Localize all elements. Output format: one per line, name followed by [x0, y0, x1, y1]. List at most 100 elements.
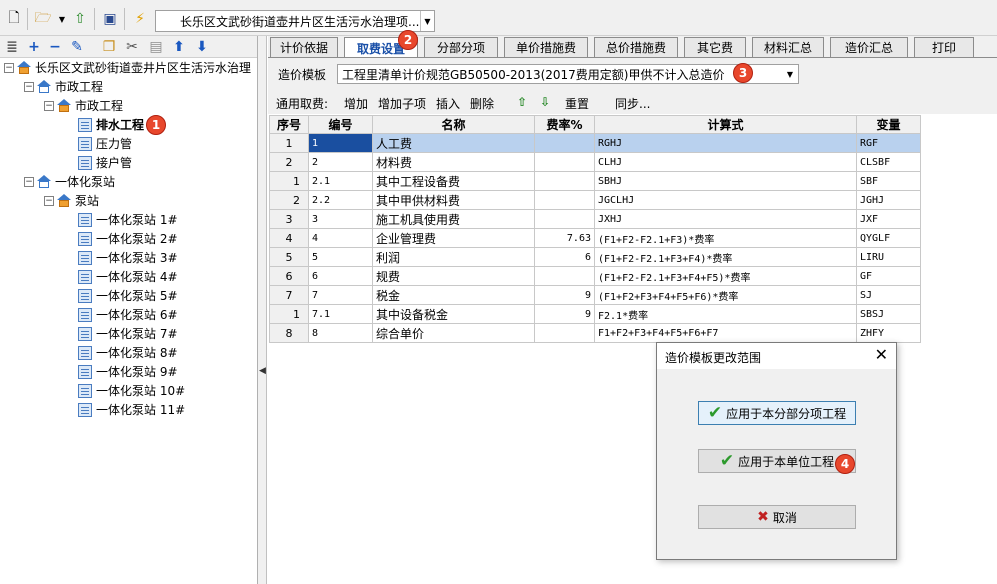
rate-cell[interactable]: [534, 266, 595, 286]
collapse-toggle-icon[interactable]: −: [24, 176, 34, 187]
rate-cell[interactable]: [534, 152, 595, 172]
row-number[interactable]: 4: [269, 228, 309, 248]
tree-node-station[interactable]: 一体化泵站 10#: [78, 381, 185, 400]
row-number[interactable]: 6: [269, 266, 309, 286]
apply-to-section-button[interactable]: ✔ 应用于本分部分项工程: [698, 401, 856, 425]
tab-other-fees[interactable]: 其它费: [684, 37, 746, 57]
tree-node-station[interactable]: 一体化泵站 2#: [78, 229, 178, 248]
move-down-icon[interactable]: ⇩: [540, 95, 550, 109]
tree-node-drainage[interactable]: 排水工程 1: [78, 114, 167, 135]
name-cell[interactable]: 材料费: [372, 152, 535, 172]
rate-cell[interactable]: [534, 190, 595, 210]
code-cell[interactable]: 8: [308, 323, 373, 343]
name-cell[interactable]: 其中设备税金: [372, 304, 535, 324]
column-header[interactable]: 费率%: [534, 115, 595, 134]
tab-material-summary[interactable]: 材料汇总: [752, 37, 824, 57]
row-number[interactable]: 2: [269, 152, 309, 172]
rate-cell[interactable]: [534, 133, 595, 153]
chevron-down-icon[interactable]: ▼: [782, 70, 798, 79]
formula-cell[interactable]: F1+F2+F3+F4+F5+F6+F7: [594, 323, 857, 343]
project-select[interactable]: 长乐区文武砂街道壶井片区生活污水治理项... ▼: [155, 10, 435, 32]
tree-node-station[interactable]: 一体化泵站 4#: [78, 267, 178, 286]
formula-cell[interactable]: (F1+F2-F2.1+F3)*费率: [594, 228, 857, 248]
add-icon[interactable]: +: [25, 38, 43, 56]
table-row[interactable]: 1 7.1 其中设备税金 9 F2.1*费率 SBSJ: [269, 304, 921, 324]
name-cell[interactable]: 其中甲供材料费: [372, 190, 535, 210]
column-header[interactable]: 计算式: [594, 115, 857, 134]
tab-total-measures[interactable]: 总价措施费: [594, 37, 678, 57]
add-button[interactable]: 增加: [344, 95, 368, 112]
template-select[interactable]: 工程里清单计价规范GB50500-2013(2017费用定额)甲供不计入总造价 …: [337, 64, 799, 84]
upload-icon[interactable]: ⇧: [70, 9, 90, 29]
tree-node-station[interactable]: 一体化泵站 7#: [78, 324, 178, 343]
name-cell[interactable]: 利润: [372, 247, 535, 267]
name-cell[interactable]: 税金: [372, 285, 535, 305]
table-row[interactable]: 2 2.2 其中甲供材料费 JGCLHJ JGHJ: [269, 190, 921, 210]
column-header[interactable]: 名称: [372, 115, 535, 134]
move-up-icon[interactable]: ⬆: [170, 38, 188, 56]
table-row[interactable]: 1 2.1 其中工程设备费 SBHJ SBF: [269, 171, 921, 191]
paste-icon[interactable]: ▤: [147, 38, 165, 56]
add-child-button[interactable]: 增加子项: [378, 95, 426, 112]
code-cell[interactable]: 6: [308, 266, 373, 286]
variable-cell[interactable]: GF: [856, 266, 921, 286]
open-folder-icon[interactable]: 🗁: [33, 9, 53, 29]
variable-cell[interactable]: SJ: [856, 285, 921, 305]
tree-node-station[interactable]: 一体化泵站 3#: [78, 248, 178, 267]
tree-node-root[interactable]: − 长乐区文武砂街道壶井片区生活污水治理: [4, 58, 251, 77]
name-cell[interactable]: 规费: [372, 266, 535, 286]
tab-print[interactable]: 打印: [914, 37, 974, 57]
tree-node-station-unit[interactable]: − 泵站: [44, 191, 99, 210]
row-number[interactable]: 8: [269, 323, 309, 343]
cancel-button[interactable]: ✖ 取消: [698, 505, 856, 529]
tree-node-station[interactable]: 一体化泵站 1#: [78, 210, 178, 229]
list-icon[interactable]: ≣: [3, 38, 21, 56]
code-cell[interactable]: 2.1: [308, 171, 373, 191]
tab-cost-summary[interactable]: 造价汇总: [830, 37, 908, 57]
tab-sub-items[interactable]: 分部分项: [424, 37, 498, 57]
formula-cell[interactable]: (F1+F2+F3+F4+F5+F6)*费率: [594, 285, 857, 305]
tree-node-station[interactable]: 一体化泵站 9#: [78, 362, 178, 381]
row-number[interactable]: 3: [269, 209, 309, 229]
code-cell[interactable]: 2.2: [308, 190, 373, 210]
variable-cell[interactable]: JXF: [856, 209, 921, 229]
tree-node-station[interactable]: 一体化泵站 5#: [78, 286, 178, 305]
code-cell[interactable]: 1: [308, 133, 373, 153]
variable-cell[interactable]: CLSBF: [856, 152, 921, 172]
formula-cell[interactable]: JGCLHJ: [594, 190, 857, 210]
save-icon[interactable]: ▣: [100, 9, 120, 29]
rate-cell[interactable]: 9: [534, 304, 595, 324]
variable-cell[interactable]: JGHJ: [856, 190, 921, 210]
row-number[interactable]: 2: [269, 190, 309, 210]
table-row[interactable]: 5 5 利润 6 (F1+F2-F2.1+F3+F4)*费率 LIRU: [269, 247, 921, 267]
rate-cell[interactable]: 6: [534, 247, 595, 267]
tree-node-station[interactable]: 一体化泵站 6#: [78, 305, 178, 324]
copy-icon[interactable]: ❐: [100, 38, 118, 56]
variable-cell[interactable]: SBF: [856, 171, 921, 191]
table-row[interactable]: 1 1 人工费 RGHJ RGF: [269, 133, 921, 153]
rate-cell[interactable]: 9: [534, 285, 595, 305]
sync-button[interactable]: 同步...: [615, 95, 650, 112]
code-cell[interactable]: 3: [308, 209, 373, 229]
row-number[interactable]: 1: [269, 133, 309, 153]
code-cell[interactable]: 7.1: [308, 304, 373, 324]
row-number[interactable]: 1: [269, 171, 309, 191]
move-up-icon[interactable]: ⇧: [517, 95, 527, 109]
row-number[interactable]: 7: [269, 285, 309, 305]
rate-cell[interactable]: 7.63: [534, 228, 595, 248]
formula-cell[interactable]: SBHJ: [594, 171, 857, 191]
row-number[interactable]: 1: [269, 304, 309, 324]
open-dropdown-icon[interactable]: ▼: [52, 9, 72, 29]
code-cell[interactable]: 5: [308, 247, 373, 267]
name-cell[interactable]: 其中工程设备费: [372, 171, 535, 191]
collapse-toggle-icon[interactable]: −: [24, 81, 34, 92]
formula-cell[interactable]: (F1+F2-F2.1+F3+F4)*费率: [594, 247, 857, 267]
rate-cell[interactable]: [534, 323, 595, 343]
apply-to-unit-button[interactable]: ✔ 应用于本单位工程: [698, 449, 856, 473]
name-cell[interactable]: 施工机具使用费: [372, 209, 535, 229]
tab-unit-measures[interactable]: 单价措施费: [504, 37, 588, 57]
lightning-icon[interactable]: ⚡: [130, 9, 150, 29]
table-row[interactable]: 6 6 规费 (F1+F2-F2.1+F3+F4+F5)*费率 GF: [269, 266, 921, 286]
delete-button[interactable]: 删除: [470, 95, 494, 112]
rate-cell[interactable]: [534, 171, 595, 191]
